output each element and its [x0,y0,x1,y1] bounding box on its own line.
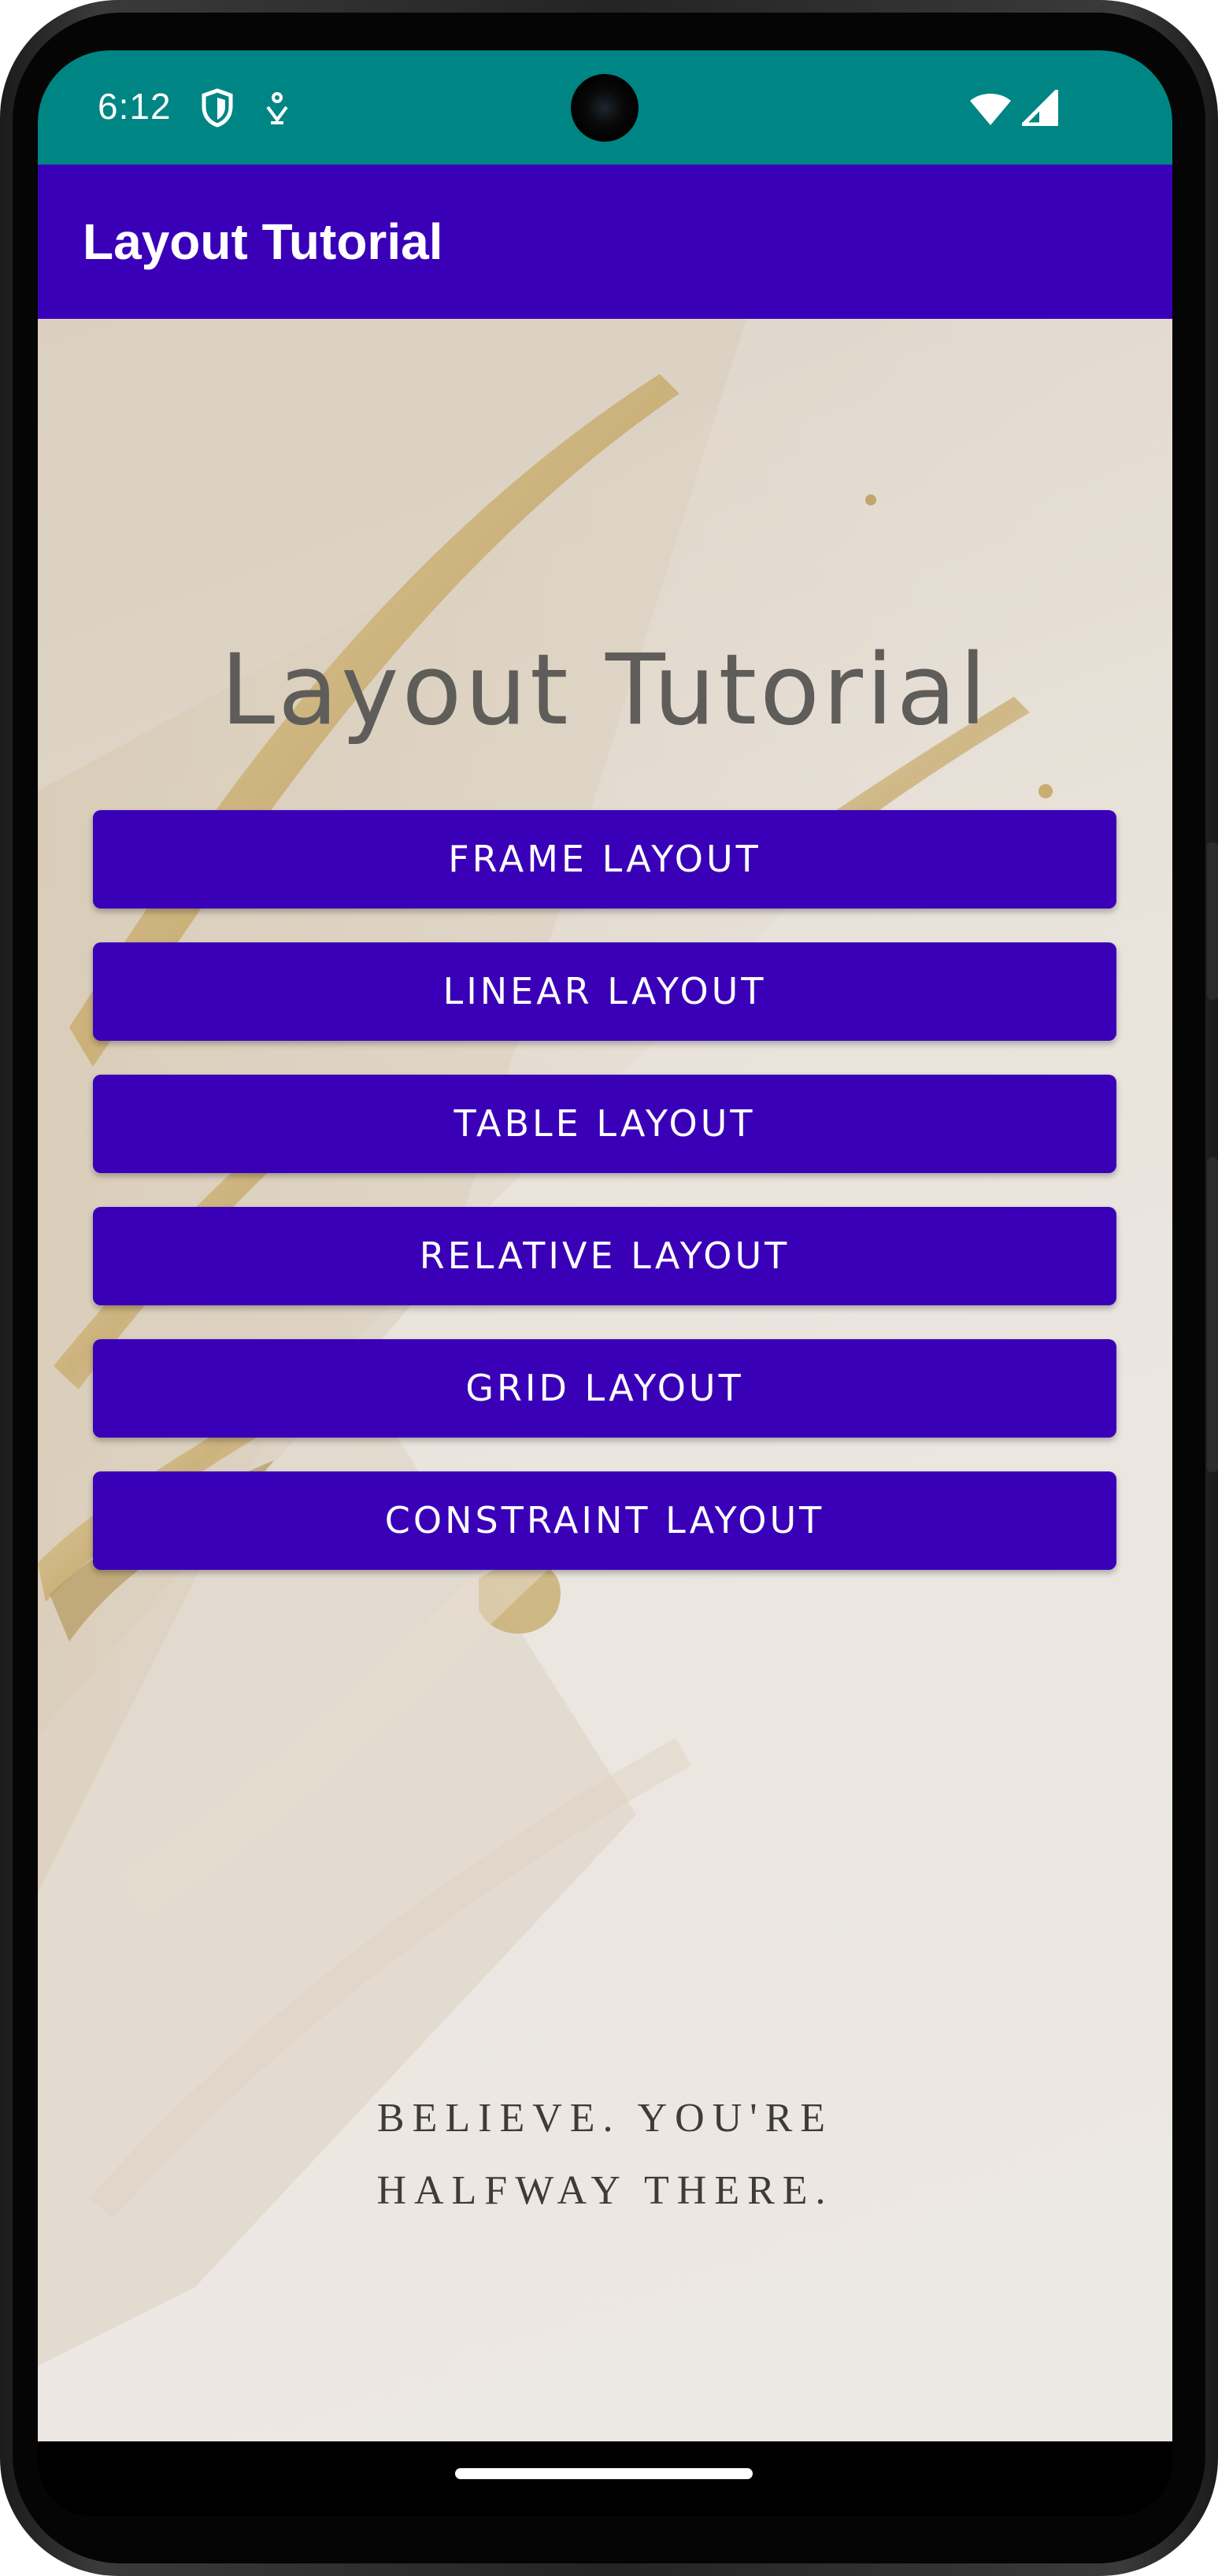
navigation-bar [38,2441,1172,2516]
app-bar-title: Layout Tutorial [83,213,443,270]
shield-icon [202,88,233,128]
constraint-layout-button[interactable]: CONSTRAINT LAYOUT [93,1471,1116,1570]
home-handle[interactable] [455,2468,753,2479]
quote-line-1: BELIEVE. YOU'RE [376,2096,834,2141]
volume-button [1207,842,1218,1000]
quote-line-2: HALFWAY THERE. [376,2168,834,2213]
screen: 6:12 Layout Tutorial Layout Tutorial FRA… [38,50,1172,2516]
grid-layout-button[interactable]: GRID LAYOUT [93,1339,1116,1438]
relative-layout-button[interactable]: RELATIVE LAYOUT [93,1207,1116,1305]
status-time: 6:12 [98,86,172,127]
hero-title: Layout Tutorial [220,634,990,747]
front-camera [571,74,639,142]
app-bar: Layout Tutorial [38,165,1172,319]
frame-layout-button[interactable]: FRAME LAYOUT [93,810,1116,909]
main-content: Layout Tutorial FRAME LAYOUT LINEAR LAYO… [38,319,1172,2441]
linear-layout-button[interactable]: LINEAR LAYOUT [93,942,1116,1041]
cell-signal-icon [1022,90,1058,126]
status-bar: 6:12 [38,50,1172,165]
wifi-icon [970,94,1011,125]
power-button [1207,1157,1218,1472]
phone-frame: 6:12 Layout Tutorial Layout Tutorial FRA… [0,0,1218,2576]
notification-icon [266,92,288,124]
table-layout-button[interactable]: TABLE LAYOUT [93,1075,1116,1173]
